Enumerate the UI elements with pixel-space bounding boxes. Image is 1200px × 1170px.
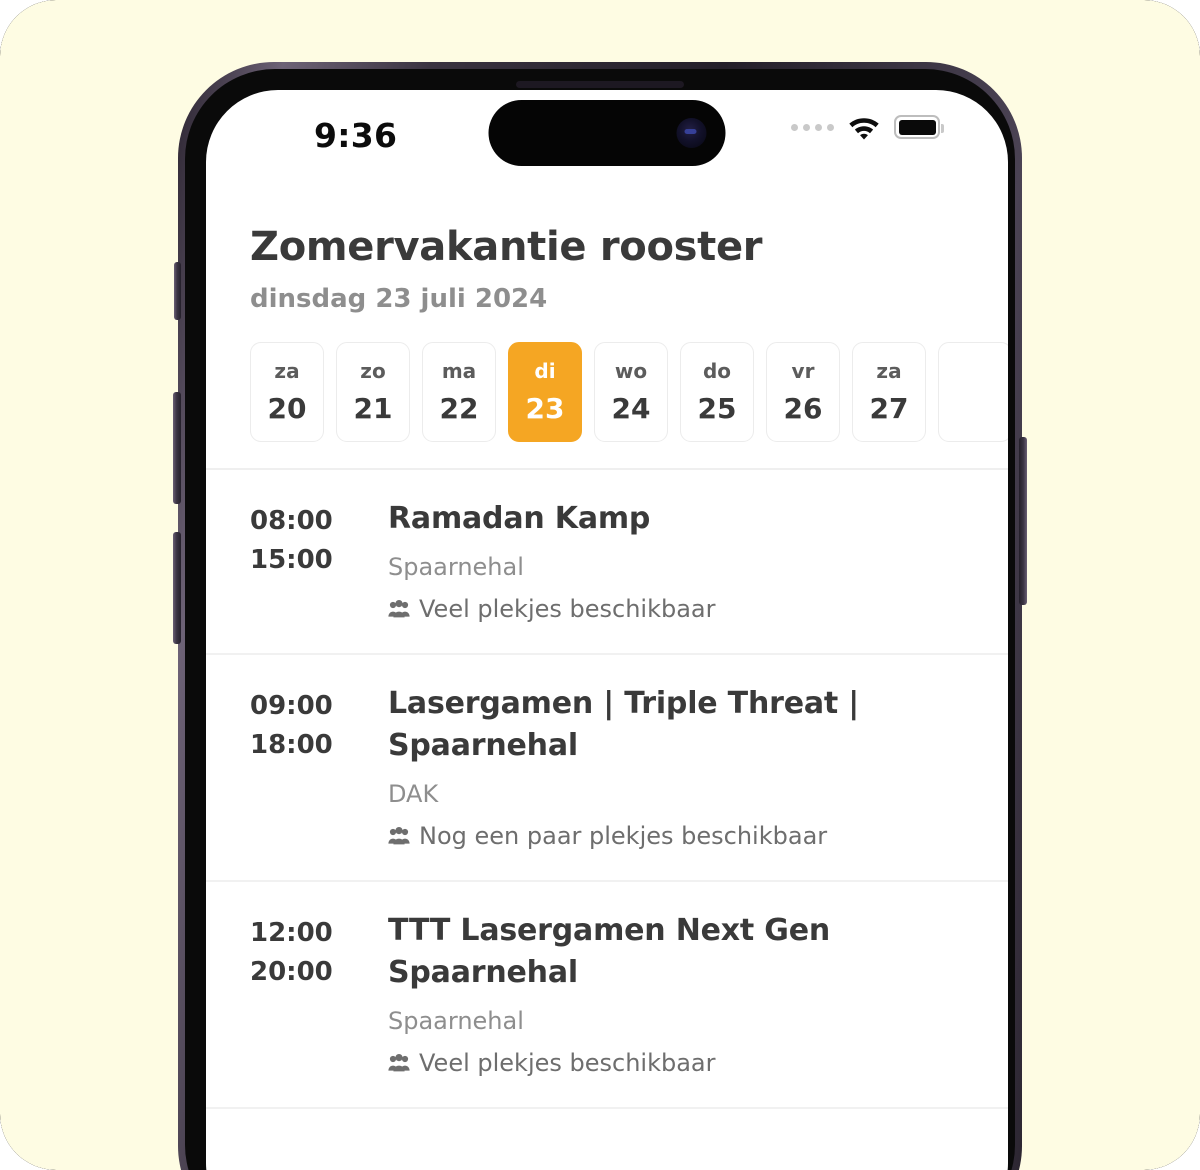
day-card-number: 26: [783, 392, 823, 425]
event-row[interactable]: 08:00 15:00 Ramadan Kamp Spaarnehal Veel ple…: [206, 470, 1008, 655]
front-camera-icon: [676, 118, 707, 148]
event-row[interactable]: 12:00 20:00 TTT Lasergamen Next Gen Spaarn…: [206, 882, 1008, 1109]
event-availability-label: Veel plekjes beschikbaar: [419, 594, 716, 623]
day-card-vr-26[interactable]: vr 26: [766, 342, 840, 442]
date-selector-strip[interactable]: za 20 zo 21 ma 22 di 23 wo 24 do 25 vr 26 za 27: [250, 342, 1008, 444]
event-start-time: 12:00: [250, 917, 333, 948]
day-card-weekday: zo: [360, 359, 386, 383]
event-details: Lasergamen | Triple Threat | Spaarnehal D…: [388, 683, 968, 850]
day-card-weekday: di: [534, 359, 556, 383]
event-end-time: 20:00: [250, 956, 333, 987]
status-bar-clock: 9:36: [314, 116, 398, 155]
status-bar: 9:36: [206, 90, 1008, 202]
event-title: Ramadan Kamp: [388, 501, 651, 536]
event-time-range: 09:00 18:00: [250, 683, 388, 850]
events-list: 08:00 15:00 Ramadan Kamp Spaarnehal Veel ple…: [206, 470, 1008, 1143]
day-card-weekday: za: [274, 359, 300, 383]
event-row-partial[interactable]: [206, 1109, 1008, 1143]
volume-down-button[interactable]: [173, 532, 181, 644]
people-group-icon: [388, 1053, 410, 1072]
earpiece-speaker: [516, 81, 684, 88]
day-card-number: 22: [439, 392, 479, 425]
day-card-zo-21[interactable]: zo 21: [336, 342, 410, 442]
power-button[interactable]: [1019, 437, 1027, 605]
event-location: Spaarnehal: [388, 1006, 524, 1035]
volume-up-button[interactable]: [173, 392, 181, 504]
day-card-weekday: ma: [441, 359, 477, 383]
event-title: Lasergamen | Triple Threat | Spaarnehal: [388, 685, 860, 764]
day-card-weekday: vr: [791, 359, 815, 383]
day-card-number: 25: [697, 392, 737, 425]
day-card-weekday: wo: [614, 359, 648, 383]
page-subtitle: dinsdag 23 juli 2024: [250, 284, 548, 314]
event-availability-label: Veel plekjes beschikbaar: [419, 1048, 716, 1077]
day-card-number: 21: [353, 392, 393, 425]
app-content: Zomervakantie rooster dinsdag 23 juli 20…: [206, 224, 1008, 1143]
phone-screen: 9:36 Zomervakantie rooster dinsdag 23 ju…: [206, 90, 1008, 1170]
event-location: DAK: [388, 779, 439, 808]
day-card-number: 23: [525, 392, 565, 425]
event-end-time: 18:00: [250, 729, 333, 760]
event-title: TTT Lasergamen Next Gen Spaarnehal: [388, 912, 831, 991]
phone-frame: 9:36 Zomervakantie rooster dinsdag 23 ju…: [173, 62, 1027, 1170]
day-card-za-27[interactable]: za 27: [852, 342, 926, 442]
event-availability: Veel plekjes beschikbaar: [388, 595, 968, 623]
event-time-range: 08:00 15:00: [250, 498, 388, 623]
day-card-number: 24: [611, 392, 651, 425]
day-card-partial[interactable]: [938, 342, 1008, 442]
wifi-icon: [847, 114, 881, 140]
event-details: TTT Lasergamen Next Gen Spaarnehal Spaarn…: [388, 910, 968, 1077]
signal-dots-icon: [791, 123, 834, 131]
status-bar-indicators: [791, 114, 944, 140]
phone-bezel: 9:36 Zomervakantie rooster dinsdag 23 ju…: [185, 69, 1015, 1170]
day-card-weekday: za: [876, 359, 902, 383]
event-availability-label: Nog een paar plekjes beschikbaar: [419, 821, 828, 850]
event-start-time: 09:00: [250, 690, 333, 721]
day-card-do-25[interactable]: do 25: [680, 342, 754, 442]
event-details: Ramadan Kamp Spaarnehal Veel plekjes besch…: [388, 498, 968, 623]
event-availability: Nog een paar plekjes beschikbaar: [388, 822, 968, 850]
dynamic-island: [488, 100, 726, 166]
event-location: Spaarnehal: [388, 552, 524, 581]
event-start-time: 08:00: [250, 506, 333, 536]
day-card-number: 27: [869, 392, 909, 425]
day-card-number: 20: [267, 392, 307, 425]
people-group-icon: [388, 826, 410, 845]
day-card-weekday: do: [702, 359, 732, 383]
day-card-di-23[interactable]: di 23: [508, 342, 582, 442]
battery-full-icon: [894, 115, 944, 139]
event-end-time: 15:00: [250, 545, 333, 575]
event-availability: Veel plekjes beschikbaar: [388, 1049, 968, 1077]
people-group-icon: [388, 599, 410, 618]
day-card-ma-22[interactable]: ma 22: [422, 342, 496, 442]
day-card-za-20[interactable]: za 20: [250, 342, 324, 442]
day-card-wo-24[interactable]: wo 24: [594, 342, 668, 442]
page-title: Zomervakantie rooster: [250, 224, 763, 270]
event-time-range: 12:00 20:00: [250, 910, 388, 1077]
mute-switch-button[interactable]: [174, 262, 181, 320]
page-stage: 9:36 Zomervakantie rooster dinsdag 23 ju…: [0, 0, 1200, 1170]
event-row[interactable]: 09:00 18:00 Lasergamen | Triple Threat | S…: [206, 655, 1008, 882]
